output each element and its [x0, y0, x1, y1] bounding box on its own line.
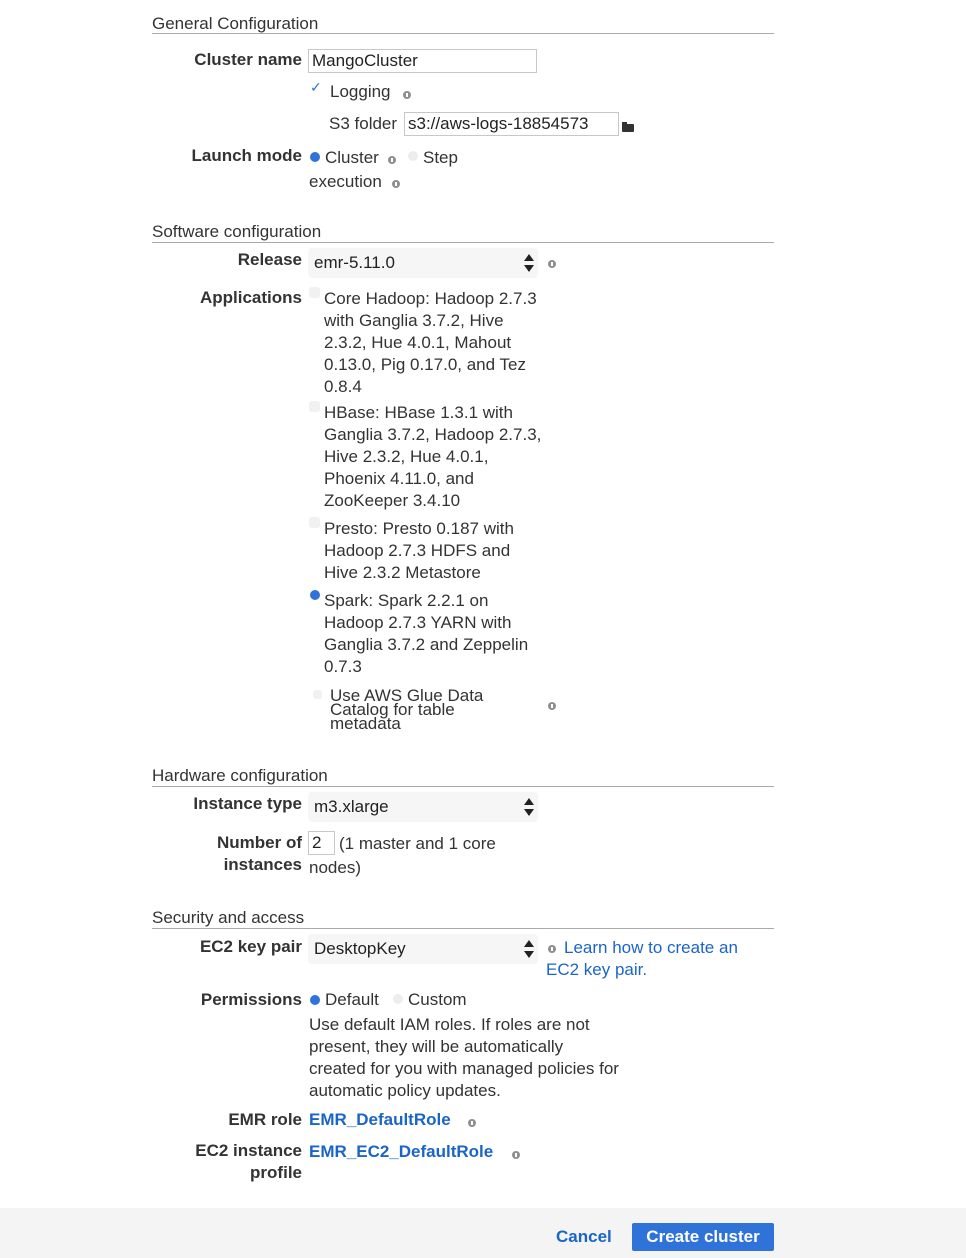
num-instances-label-line2: instances — [223, 855, 302, 874]
info-icon[interactable] — [468, 1119, 476, 1127]
select-arrows-icon — [524, 940, 534, 958]
app-hbase-radio[interactable] — [309, 401, 320, 412]
permissions-custom-radio[interactable] — [393, 994, 403, 1004]
num-instances-input[interactable]: 2 — [308, 831, 335, 855]
launch-mode-step-radio[interactable] — [408, 151, 418, 161]
app-spark-label: Spark: Spark 2.2.1 on Hadoop 2.7.3 YARN … — [324, 591, 529, 676]
info-icon[interactable] — [388, 156, 396, 164]
app-spark-radio[interactable] — [310, 590, 320, 600]
instance-type-label: Instance type — [193, 794, 302, 813]
cluster-name-input[interactable]: MangoCluster — [308, 49, 537, 73]
section-divider — [152, 242, 774, 243]
section-title-general: General Configuration — [152, 14, 319, 33]
section-divider — [152, 928, 774, 929]
permissions-custom-label: Custom — [408, 990, 467, 1009]
emr-role-link[interactable]: EMR_DefaultRole — [309, 1110, 451, 1130]
key-pair-select[interactable]: DesktopKey — [308, 934, 538, 964]
s3-folder-label: S3 folder — [329, 114, 398, 133]
num-instances-note: (1 master and 1 core — [339, 834, 496, 853]
section-divider — [152, 786, 774, 787]
release-select[interactable]: emr-5.11.0 — [308, 248, 538, 278]
key-pair-select-value: DesktopKey — [314, 939, 406, 958]
num-instances-label: Number of instances — [217, 832, 302, 876]
launch-mode-cluster-radio[interactable] — [310, 152, 320, 162]
release-label: Release — [237, 250, 302, 269]
key-pair-help-link[interactable]: Learn how to create an — [564, 938, 738, 958]
info-icon[interactable] — [392, 180, 400, 188]
num-instances-label-line1: Number of — [217, 833, 302, 852]
info-icon[interactable] — [403, 91, 411, 99]
folder-icon[interactable] — [622, 122, 634, 132]
section-title-software: Software configuration — [152, 222, 322, 241]
app-core-hadoop-radio[interactable] — [309, 287, 320, 298]
glue-label: Use AWS Glue Data Catalog for table meta… — [330, 686, 484, 733]
section-title-hardware: Hardware configuration — [152, 766, 328, 785]
glue-checkbox[interactable] — [313, 690, 322, 699]
s3-folder-input[interactable]: s3://aws-logs-18854573 — [404, 112, 619, 136]
app-presto-radio[interactable] — [309, 517, 320, 528]
section-title-security: Security and access — [152, 908, 305, 927]
select-arrows-icon — [524, 798, 534, 816]
instance-type-select-value: m3.xlarge — [314, 797, 389, 816]
app-presto-label: Presto: Presto 0.187 with Hadoop 2.7.3 H… — [324, 519, 514, 582]
permissions-default-radio[interactable] — [310, 995, 320, 1005]
create-cluster-button[interactable]: Create cluster — [632, 1223, 774, 1251]
permissions-default-label: Default — [325, 990, 379, 1009]
launch-mode-label: Launch mode — [191, 146, 302, 165]
launch-mode-cluster-label: Cluster — [325, 148, 379, 167]
instance-type-select[interactable]: m3.xlarge — [308, 792, 538, 822]
key-pair-label: EC2 key pair — [199, 937, 302, 956]
num-instances-note-cont: nodes) — [309, 858, 361, 877]
emr-role-label: EMR role — [228, 1110, 302, 1129]
cluster-name-label: Cluster name — [194, 50, 302, 69]
select-arrows-icon — [524, 254, 534, 272]
key-pair-help-link-cont[interactable]: EC2 key pair. — [546, 960, 647, 980]
logging-checkbox[interactable]: ✓ — [310, 80, 322, 94]
ec2-profile-label-line2: profile — [250, 1163, 302, 1182]
info-icon[interactable] — [512, 1151, 520, 1159]
info-icon[interactable] — [548, 702, 556, 710]
footer-bar — [0, 1208, 966, 1258]
release-select-value: emr-5.11.0 — [314, 253, 395, 272]
ec2-profile-label: EC2 instance profile — [195, 1140, 302, 1184]
info-icon[interactable] — [548, 945, 556, 953]
logging-label: Logging — [330, 82, 391, 101]
ec2-profile-link[interactable]: EMR_EC2_DefaultRole — [309, 1142, 493, 1162]
permissions-description: Use default IAM roles. If roles are not … — [309, 1015, 619, 1100]
launch-mode-step-label: Step — [423, 148, 458, 167]
section-divider — [152, 33, 774, 34]
info-icon[interactable] — [548, 260, 556, 268]
permissions-label: Permissions — [200, 990, 302, 1009]
applications-label: Applications — [199, 288, 302, 307]
launch-mode-step-label-cont: execution — [309, 172, 382, 191]
app-hbase-label: HBase: HBase 1.3.1 with Ganglia 3.7.2, H… — [324, 403, 542, 510]
app-core-hadoop-label: Core Hadoop: Hadoop 2.7.3 with Ganglia 3… — [324, 289, 537, 396]
ec2-profile-label-line1: EC2 instance — [195, 1141, 302, 1160]
cancel-button[interactable]: Cancel — [556, 1227, 612, 1247]
